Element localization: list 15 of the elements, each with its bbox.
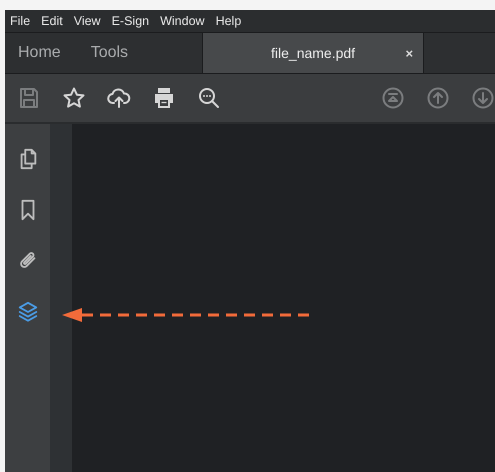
menu-item[interactable]: Help — [216, 14, 242, 28]
tab[interactable]: Tools — [76, 33, 144, 73]
printer-icon[interactable] — [152, 86, 176, 110]
menu-item[interactable]: E-Sign — [112, 14, 150, 28]
menu-item[interactable]: View — [74, 14, 101, 28]
tab[interactable]: Home — [5, 33, 76, 73]
menu-item[interactable]: File — [10, 14, 30, 28]
tab[interactable]: file_name.pdf × — [202, 33, 424, 73]
menu-item[interactable]: Window — [160, 14, 205, 28]
cloud-upload-icon[interactable] — [107, 86, 131, 110]
menu-item[interactable]: Edit — [41, 14, 63, 28]
search-icon[interactable] — [197, 86, 221, 110]
layers-icon[interactable] — [16, 301, 38, 323]
close-button[interactable]: × — [405, 46, 414, 60]
star-icon[interactable] — [62, 86, 86, 110]
